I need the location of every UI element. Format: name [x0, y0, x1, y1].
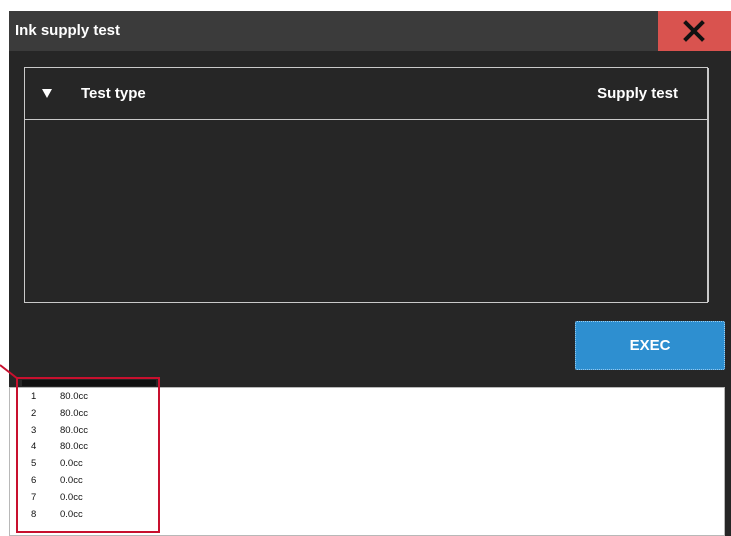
- log-row: 5 0.0cc: [31, 458, 83, 470]
- log-row: 8 0.0cc: [31, 508, 83, 520]
- log-list: 1 80.0cc 2 80.0cc 3 80.0cc 4 80.0cc 5 0.0cc 6…: [31, 389, 88, 523]
- log-row: 7 0.0cc: [31, 491, 83, 503]
- log-row: 4 80.0cc: [31, 441, 88, 453]
- log-header-bar: [22, 380, 156, 386]
- test-type-label: Test type: [81, 85, 146, 102]
- test-type-value: Supply test: [597, 85, 678, 102]
- log-row: 6 0.0cc: [31, 474, 83, 486]
- log-row: 2 80.0cc: [31, 407, 88, 419]
- exec-button[interactable]: EXEC: [575, 321, 725, 370]
- dialog-title: Ink supply test: [15, 22, 121, 39]
- title-bar: Ink supply test: [9, 11, 731, 51]
- log-row: 1 80.0cc: [31, 391, 88, 402]
- caret-down-icon: [42, 89, 52, 98]
- close-icon: [683, 20, 705, 42]
- test-type-dropdown[interactable]: Test type Supply test: [25, 68, 708, 120]
- close-button[interactable]: [658, 11, 731, 51]
- test-type-panel: Test type Supply test: [24, 67, 709, 303]
- log-row: 3 80.0cc: [31, 424, 88, 436]
- panel-scrollbar-divider: [708, 68, 709, 302]
